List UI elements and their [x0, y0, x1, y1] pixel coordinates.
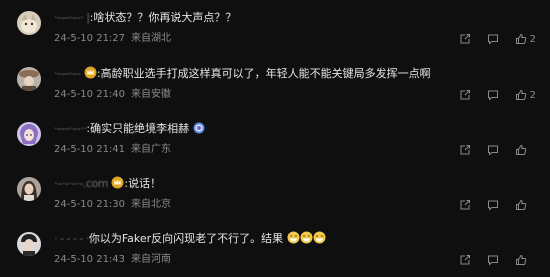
- share-button[interactable]: [459, 199, 471, 211]
- comment-icon: [487, 34, 498, 45]
- thumbs-up-icon: [515, 33, 526, 44]
- reply-button[interactable]: [487, 199, 499, 211]
- comment-body: · - - - - ·你以为Faker反向闪现老了不行了。结果: [54, 231, 326, 248]
- comment-text: 确实只能绝境李相赫: [90, 122, 190, 135]
- thumbs-up-icon: [516, 199, 527, 210]
- comment-text: 高龄职业选手打成这样真可以了，年轻人能不能关键局多发挥一点啊: [100, 67, 431, 80]
- comment-meta: 24-5-10 21:30 来自北京: [54, 198, 171, 211]
- avatar[interactable]: [17, 67, 41, 91]
- reply-button[interactable]: [487, 89, 499, 101]
- location: 来自河南: [131, 254, 172, 265]
- like-count: 2: [529, 33, 536, 45]
- like-button[interactable]: 2: [515, 89, 536, 101]
- avatar-anime-icon: [17, 122, 41, 146]
- comment-list: ·-–-·–-· |:啥状态？？你再说大声点？？ 24-5-10 21:27 来自…: [0, 0, 550, 277]
- share-button[interactable]: [459, 33, 471, 45]
- crown-badge-icon: [111, 176, 124, 193]
- location: 来自北京: [131, 199, 172, 210]
- comment-meta: 24-5-10 21:27 来自湖北: [54, 32, 171, 45]
- thumbs-up-icon: [516, 254, 527, 265]
- like-button[interactable]: [515, 254, 536, 266]
- comment-text: 说话！: [128, 177, 162, 190]
- grin-emoji-icon: [313, 231, 326, 248]
- share-icon: [460, 90, 470, 100]
- avatar-cat-icon: [17, 11, 41, 35]
- timestamp: 24-5-10 21:41: [54, 144, 126, 155]
- avatar[interactable]: [17, 11, 41, 35]
- avatar-girl-hat-icon: [17, 67, 41, 91]
- avatar[interactable]: [17, 232, 41, 256]
- reply-button[interactable]: [487, 144, 499, 156]
- comment-item: ·-–-·–-· |:啥状态？？你再说大声点？？ 24-5-10 21:27 来自…: [0, 2, 550, 52]
- comment-item: ·-–-·–-··:确实只能绝境李相赫 24-5-10 21:41 来自广东: [0, 113, 550, 163]
- share-icon: [460, 34, 470, 44]
- location: 来自广东: [131, 144, 172, 155]
- username[interactable]: ·-–-·–-: [54, 66, 81, 81]
- comment-actions: [459, 198, 536, 212]
- timestamp: 24-5-10 21:27: [54, 33, 126, 44]
- crown-badge-icon: [84, 66, 97, 83]
- reply-button[interactable]: [487, 33, 499, 45]
- comment-meta: 24-5-10 21:43 来自河南: [54, 253, 171, 266]
- grin-emoji-icon: [287, 231, 300, 248]
- like-count: 2: [529, 89, 536, 101]
- comment-text: 啥状态？？你再说大声点？？: [93, 11, 237, 24]
- share-button[interactable]: [459, 89, 471, 101]
- timestamp: 24-5-10 21:40: [54, 89, 126, 100]
- comment-item: ·–·-·–·-.com :说话！ 24-5-10 21:30 来自北京: [0, 168, 550, 218]
- avatar[interactable]: [17, 177, 41, 201]
- location: 来自湖北: [131, 33, 172, 44]
- comment-actions: 2: [459, 88, 536, 102]
- avatar-man-icon: [17, 232, 41, 256]
- comment-body: ·-–-·–- :高龄职业选手打成这样真可以了，年轻人能不能关键局多发挥一点啊: [54, 66, 431, 83]
- like-button[interactable]: [515, 144, 536, 156]
- grin-emoji-icon: [300, 231, 313, 248]
- username[interactable]: ·–·-·–·-.com: [54, 176, 108, 191]
- thumbs-up-icon: [515, 89, 526, 100]
- share-icon: [460, 145, 470, 155]
- timestamp: 24-5-10 21:30: [54, 199, 126, 210]
- comment-icon: [488, 200, 498, 211]
- rainbow-emoji-icon: [193, 122, 205, 138]
- share-icon: [460, 200, 470, 210]
- comment-actions: [459, 253, 536, 267]
- username[interactable]: · - - - - ·: [54, 231, 89, 246]
- comment-item: ·-–-·–- :高龄职业选手打成这样真可以了，年轻人能不能关键局多发挥一点啊 …: [0, 58, 550, 108]
- share-button[interactable]: [459, 254, 471, 266]
- avatar[interactable]: [17, 122, 41, 146]
- comment-body: ·-–-·–-· |:啥状态？？你再说大声点？？: [54, 10, 236, 25]
- comment-item: · - - - - ·你以为Faker反向闪现老了不行了。结果 24-5-10 …: [0, 223, 550, 273]
- comment-body: ·-–-·–-··:确实只能绝境李相赫: [54, 121, 205, 138]
- username[interactable]: ·-–-·–-··: [54, 121, 87, 136]
- comment-meta: 24-5-10 21:41 来自广东: [54, 143, 171, 156]
- comment-icon: [488, 255, 498, 266]
- timestamp: 24-5-10 21:43: [54, 254, 126, 265]
- comment-meta: 24-5-10 21:40 来自安徽: [54, 88, 171, 101]
- comment-body: ·–·-·–·-.com :说话！: [54, 176, 161, 193]
- comment-icon: [487, 90, 498, 101]
- share-icon: [460, 255, 470, 265]
- reply-button[interactable]: [487, 254, 499, 266]
- avatar-woman-icon: [17, 177, 41, 201]
- location: 来自安徽: [131, 89, 172, 100]
- username[interactable]: ·-–-·–-· |: [54, 10, 90, 25]
- thumbs-up-icon: [516, 144, 527, 155]
- like-button[interactable]: 2: [515, 33, 536, 45]
- comment-text: 你以为Faker反向闪现老了不行了。结果: [88, 232, 284, 245]
- share-button[interactable]: [459, 144, 471, 156]
- comment-actions: 2: [459, 32, 536, 46]
- comment-icon: [488, 145, 498, 156]
- like-button[interactable]: [515, 199, 536, 211]
- comment-actions: [459, 143, 536, 157]
